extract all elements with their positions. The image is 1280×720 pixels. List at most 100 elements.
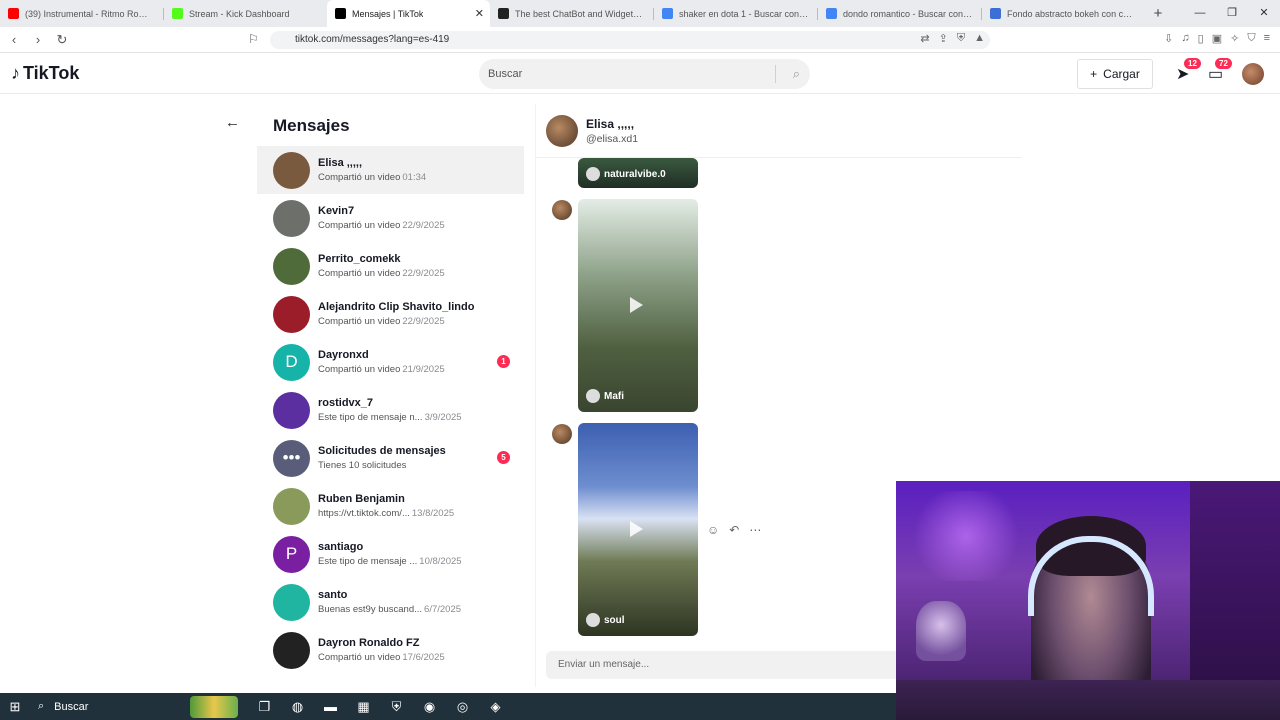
browser-tab[interactable]: (39) Instrumental - Ritmo Romantico [0,0,163,27]
preview-time: 21/9/2025 [402,364,445,375]
download-icon[interactable]: ⇩ [1164,32,1173,45]
shared-video-card[interactable]: naturalvibe.0 [578,158,698,188]
conversation-item[interactable]: santo Buenas est9y buscand... 6/7/2025 [257,578,524,626]
brave-icon[interactable]: ⛨ [380,699,413,715]
browser-tab[interactable]: Fondo abstracto bokeh con corazon [982,0,1145,27]
steam-icon[interactable]: ◈ [479,699,512,715]
close-window-icon[interactable]: ✕ [1248,0,1280,27]
conversation-list: Elisa ,,,,, Compartió un video 01:34 Kevin7… [257,146,524,674]
conversation-item[interactable]: Ruben Benjamin https://vt.tiktok.com/... 1… [257,482,524,530]
conversation-preview: Compartió un video 21/9/2025 [318,364,445,375]
owner-avatar [586,613,600,627]
tab-close-icon[interactable]: ✕ [475,7,484,20]
preview-text: Tienes 10 solicitudes [318,460,407,471]
preview-time: 6/7/2025 [424,604,462,615]
taskbar-widget-image[interactable] [190,695,238,718]
chat-avatar[interactable] [546,115,578,147]
conversation-item[interactable]: rostidvx_7 Este tipo de mensaje n... 3/9/2… [257,386,524,434]
browser-tab[interactable]: shaker en dota 1 - Buscar con Goog [654,0,817,27]
conversation-name: Elisa ,,,,, [318,157,363,169]
taskbar-search-icon: ⌕ [38,700,45,712]
vpn-icon[interactable]: ⛉ [1247,32,1255,45]
bookmark-icon[interactable]: ⚐ [248,32,259,46]
wallet-icon[interactable]: ▣ [1212,32,1222,45]
search-input[interactable]: Buscar ⌕ [479,59,810,89]
tab-favicon-icon [172,8,183,19]
minimize-icon[interactable]: — [1184,0,1216,27]
file-explorer-icon[interactable]: ▬ [314,699,347,714]
conversation-name: Solicitudes de mensajes [318,445,446,457]
upload-label: Cargar [1103,67,1140,81]
reload-icon[interactable]: ↻ [52,32,72,48]
obs-icon[interactable]: ◎ [446,699,479,715]
reply-icon[interactable]: ↶ [729,523,739,537]
task-view-icon[interactable]: ❐ [248,699,281,715]
conversation-item[interactable]: ••• Solicitudes de mensajes Tienes 10 soli… [257,434,524,482]
conversation-avatar [273,295,310,333]
search-icon[interactable]: ⌕ [793,59,800,89]
browser-tab[interactable]: Stream - Kick Dashboard [164,0,327,27]
unread-badge: 1 [497,355,510,368]
chat-name[interactable]: Elisa ,,,,, [586,117,634,131]
tab-title: Stream - Kick Dashboard [189,8,290,19]
conversation-preview: Buenas est9y buscand... 6/7/2025 [318,604,461,615]
tab-title: Mensajes | TikTok [352,8,424,19]
cam-desk [896,680,1280,720]
video-owner-name: naturalvibe.0 [604,168,666,180]
messages-title: Mensajes [273,116,350,135]
profile-avatar[interactable] [1242,63,1264,85]
menu-icon[interactable]: ≡ [1264,32,1270,45]
conversation-item[interactable]: Kevin7 Compartió un video 22/9/2025 [257,194,524,242]
more-options-icon[interactable]: ⋯ [749,523,761,537]
conversation-item[interactable]: Psantiago Este tipo de mensaje ... 10/8/20… [257,530,524,578]
conversation-item[interactable]: Elisa ,,,,, Compartió un video 01:34 [257,146,524,194]
conversation-preview: Compartió un video 22/9/2025 [318,220,445,231]
rewards-icon[interactable]: ▲ [974,32,985,45]
windows-start-icon[interactable]: ⊞ [0,699,30,715]
play-icon[interactable] [630,297,643,313]
cam-lamp [916,601,966,661]
conversation-item[interactable]: Alejandrito Clip Shavito_lindo Compartió … [257,290,524,338]
new-tab-icon[interactable]: + [1145,5,1171,22]
url-field[interactable]: tiktok.com/messages?lang=es-419 [270,31,990,49]
tiktok-logo[interactable]: ♪ TikTok [11,63,79,84]
conversation-name: rostidvx_7 [318,397,374,409]
conversation-item[interactable]: Dayron Ronaldo FZ Compartió un video 17/6/… [257,626,524,674]
music-icon[interactable]: ♫ [1181,32,1189,45]
browser-tab[interactable]: dondo romantico - Buscar con Goog [818,0,981,27]
back-arrow-icon[interactable]: ← [225,114,240,131]
inbox-badge: 12 [1184,58,1201,69]
play-icon[interactable] [630,521,643,537]
conversation-item[interactable]: Perrito_comekk Compartió un video 22/9/202… [257,242,524,290]
conversation-avatar [273,247,310,285]
preview-text: Buenas est9y buscand... [318,604,423,615]
discord-icon[interactable]: ◉ [413,699,446,715]
taskbar-search[interactable]: ⌕ Buscar [30,700,190,713]
store-icon[interactable]: ▦ [347,699,380,715]
translate-icon[interactable]: ⇄ [920,32,929,45]
brave-shield-icon[interactable]: ⛨ [957,32,965,45]
tab-favicon-icon [498,8,509,19]
video-owner-name: soul [604,614,625,626]
restore-icon[interactable]: ❐ [1216,0,1248,27]
emoji-reaction-icon[interactable]: ☺ [707,523,719,537]
forward-icon[interactable]: › [28,32,48,47]
back-icon[interactable]: ‹ [4,32,24,47]
tab-favicon-icon [662,8,673,19]
upload-button[interactable]: + Cargar [1077,59,1153,89]
tab-favicon-icon [826,8,837,19]
tab-title: The best ChatBot and Widgets for K [515,8,645,19]
preview-time: 3/9/2025 [424,412,462,423]
plus-icon: + [1090,67,1098,81]
browser-tab[interactable]: Mensajes | TikTok ✕ [327,0,490,27]
window-controls: — ❐ ✕ [1184,0,1280,27]
leo-icon[interactable]: ✧ [1230,32,1239,45]
edge-icon[interactable]: ◍ [281,699,314,715]
share-icon[interactable]: ⇪ [939,32,948,45]
shared-video-card[interactable]: Mafi [578,199,698,412]
shared-video-card[interactable]: soul [578,423,698,636]
sidebar-icon[interactable]: ▯ [1198,32,1204,45]
conversation-item[interactable]: D Dayronxd Compartió un video 21/9/2025 1 [257,338,524,386]
browser-tab[interactable]: The best ChatBot and Widgets for K [490,0,653,27]
search-divider [775,65,776,83]
